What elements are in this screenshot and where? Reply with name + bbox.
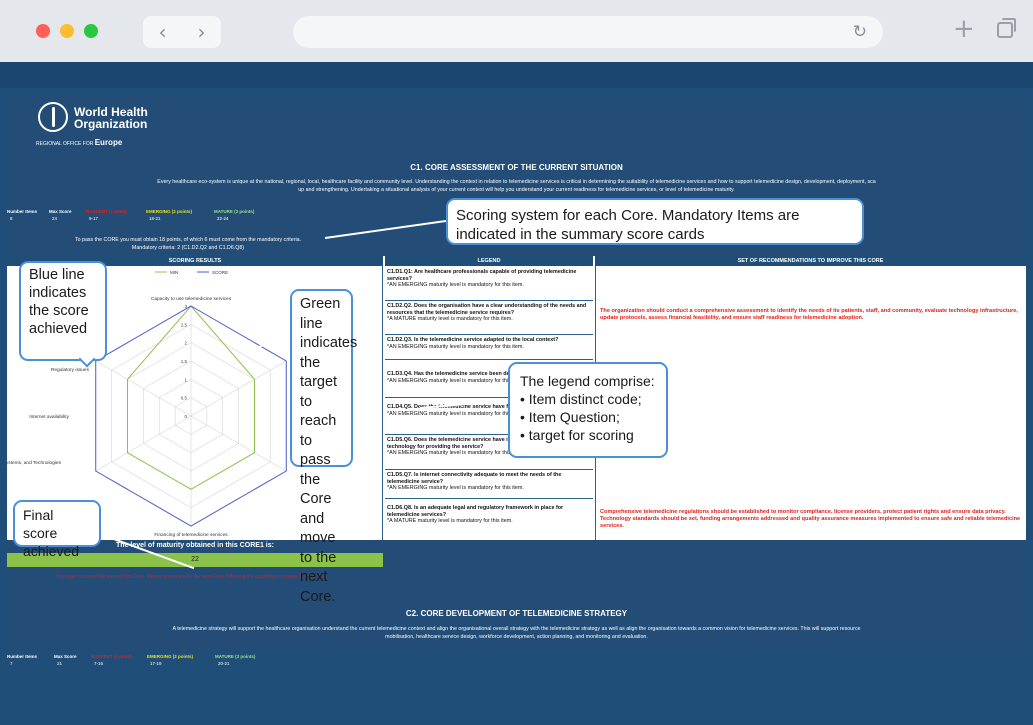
region-prefix: REGIONAL OFFICE FOR	[36, 141, 94, 147]
score-legend-item: NASCENT (1 point) 7-16	[91, 654, 132, 666]
legend-item: C1.D5.Q7. Is internet connectivity adequ…	[385, 471, 593, 499]
radar-legend-label: MIN	[170, 270, 178, 275]
radar-category-label: Capacity to use telemedicine services	[151, 296, 232, 302]
score-legend-item: EMERGING (2 points) 17-19	[147, 654, 193, 666]
reload-icon[interactable]: ↻	[853, 22, 867, 42]
score-legend-item: EMERGING (2 points) 18-21	[146, 209, 192, 221]
score-legend-item: NASCENT (1 point) 9-17	[86, 209, 127, 221]
c1-intro: Every healthcare eco-system is unique at…	[157, 179, 876, 193]
radar-legend-label: SCORE	[212, 270, 228, 275]
c1-title: C1. CORE ASSESSMENT OF THE CURRENT SITUA…	[410, 163, 623, 172]
score-legend-item: Max Score 21	[54, 654, 77, 666]
radar-category-label: Financing of telemedicine services	[154, 532, 228, 538]
c2-intro: A telemedicine strategy will support the…	[172, 626, 861, 640]
tabs-icon[interactable]	[997, 18, 1016, 38]
org-name: World Health Organization	[74, 106, 148, 130]
radar-category-label: Internet availability	[29, 414, 69, 420]
legend-item: C1.D1.Q1: Are healthcare professionals c…	[385, 268, 593, 301]
who-logo-icon	[38, 102, 68, 132]
chevron-right-icon[interactable]: ›	[182, 16, 221, 48]
radar-tick-label: 1,5	[181, 359, 188, 364]
address-bar[interactable]: ↻	[293, 16, 883, 48]
legend-callout-point: Item distinct code;	[520, 390, 656, 408]
score-legend-item: Max Score 24	[49, 209, 72, 221]
legend-item: C1.D6.Q8. Is an adequate legal and regul…	[387, 505, 564, 524]
legend-callout-intro: The legend comprise:	[520, 373, 655, 389]
chevron-left-icon[interactable]: ‹	[143, 16, 182, 48]
org-region: REGIONAL OFFICE FOR Europe	[36, 138, 122, 147]
region-name: Europe	[94, 138, 123, 147]
blue-line-callout: Blue line indicates the score achieved	[19, 261, 107, 361]
score-legend-item: Number Items 8	[7, 209, 38, 221]
radar-tick-label: 2,5	[181, 322, 188, 327]
legend-item: C1.D2.Q3. Is the telemedicine service ad…	[385, 336, 593, 360]
radar-category-label: Regulatory issues	[51, 367, 90, 373]
recommendation-text: Comprehensive telemedicine regulations s…	[600, 509, 1021, 529]
radar-tick-label: 0,5	[181, 396, 188, 401]
legend-callout: The legend comprise: Item distinct code;…	[508, 362, 668, 458]
browser-toolbar: ‹ › ↻ +	[0, 0, 1033, 62]
recommendations-header: SET OF RECOMMENDATIONS TO IMPROVE THIS C…	[595, 256, 1026, 266]
score-legend-item: MATURE (3 points) 22-24	[214, 209, 255, 221]
plus-icon[interactable]: +	[953, 14, 975, 44]
navigation-buttons: ‹ ›	[143, 16, 221, 48]
radar-category-label: Infrastructure, information Systems, and…	[7, 460, 62, 466]
mandatory-criteria-text: Mandatory criteria: 2 (C1.D2.Q2 and C1.D…	[131, 245, 245, 251]
legend-callout-point: Item Question;	[520, 408, 656, 426]
scoring-system-callout: Scoring system for each Core. Mandatory …	[446, 198, 864, 245]
final-score-callout: Final score achieved	[13, 500, 101, 559]
page-top-band	[0, 62, 1033, 88]
legend-header: LEGEND	[385, 256, 593, 266]
legend-item: C1.D2.Q2. Does the organisation have a c…	[385, 302, 593, 335]
org-name-line2: Organization	[74, 117, 148, 131]
pass-criteria: To pass the CORE you must obtain 18 poin…	[7, 236, 369, 252]
maximize-window-button[interactable]	[84, 24, 98, 38]
minimize-window-button[interactable]	[60, 24, 74, 38]
score-legend-item: Number Items 7	[7, 654, 38, 666]
recommendation-text: The organization should conduct a compre…	[600, 308, 1018, 321]
pass-criteria-text: To pass the CORE you must obtain 18 poin…	[74, 237, 302, 243]
c2-title: C2. CORE DEVELOPMENT OF TELEMEDICINE STR…	[405, 609, 628, 618]
green-line-callout: Green line indicates the target to reach…	[290, 289, 357, 605]
legend-callout-list: Item distinct code; Item Question; targe…	[520, 390, 656, 444]
score-legend-item: MATURE (3 points) 20-21	[215, 654, 256, 666]
close-window-button[interactable]	[36, 24, 50, 38]
legend-callout-point: target for scoring	[520, 426, 656, 444]
